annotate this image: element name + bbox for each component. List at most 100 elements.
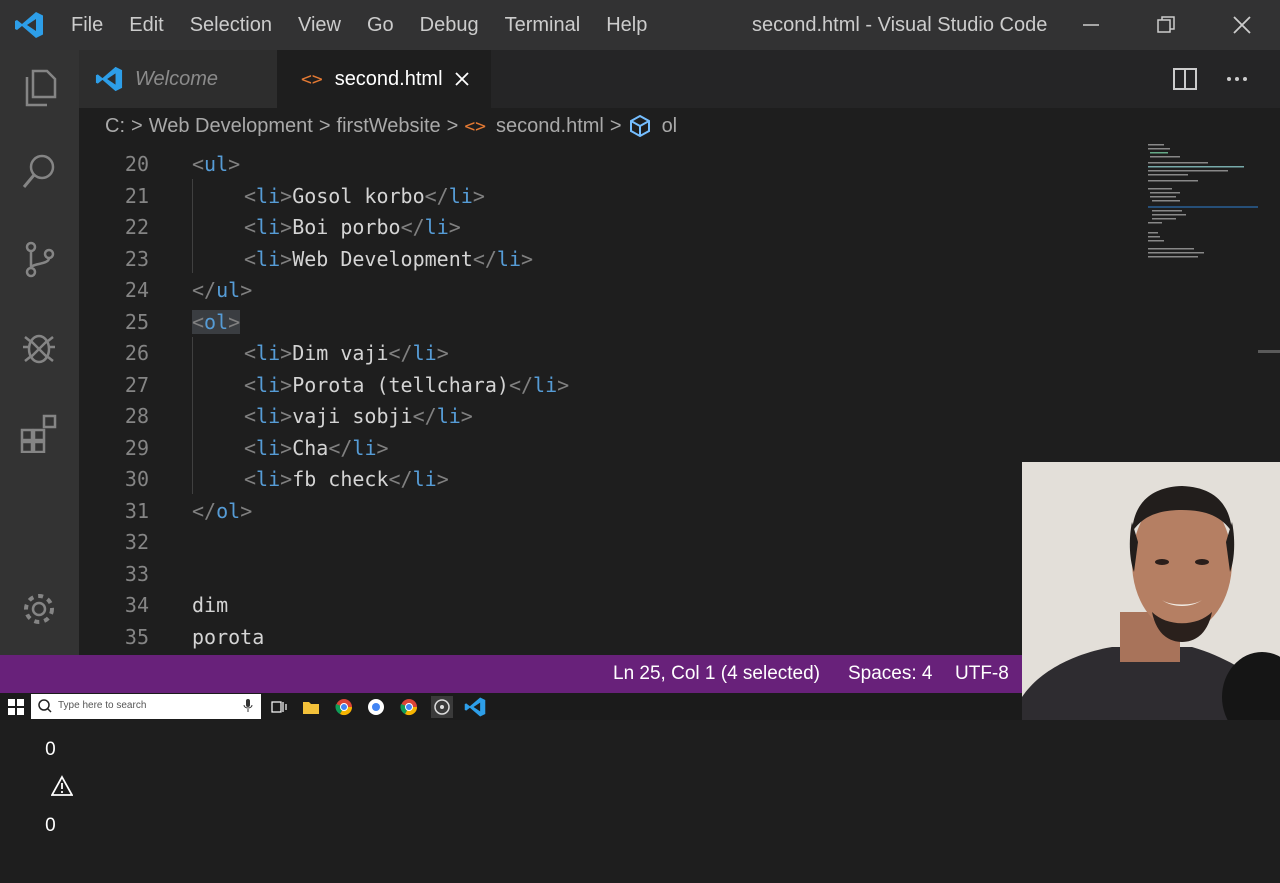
text-content: Gosol korbo — [292, 183, 425, 208]
close-tab-icon[interactable] — [453, 70, 471, 88]
code-tokens: porota — [192, 625, 264, 649]
extensions-button[interactable] — [16, 410, 62, 456]
tag-name: li — [256, 246, 281, 271]
restore-button[interactable] — [1151, 10, 1181, 40]
code-line[interactable]: 33 — [79, 559, 1022, 591]
tag-bracket: < — [244, 467, 257, 491]
text-content: dim — [192, 593, 229, 617]
tag-bracket: > — [228, 309, 241, 334]
source-control-button[interactable] — [16, 236, 62, 282]
code-content: <li>Cha</li> — [244, 433, 389, 465]
code-line[interactable]: 27 <li>Porota (tellchara)</li> — [79, 370, 1022, 402]
search-button[interactable] — [16, 148, 62, 194]
code-line[interactable]: 29 <li>Cha</li> — [79, 433, 1022, 465]
close-window-button[interactable] — [1227, 10, 1257, 40]
code-line[interactable]: 20 <ul> — [79, 149, 1022, 181]
tag-bracket: > — [280, 467, 293, 491]
code-line[interactable]: 31 </ol> — [79, 496, 1022, 528]
code-line[interactable]: 24 </ul> — [79, 275, 1022, 307]
menu-help[interactable]: Help — [593, 14, 660, 37]
tag-bracket: > — [557, 372, 570, 397]
breadcrumb-folder[interactable]: Web Development — [149, 115, 313, 138]
code-line[interactable]: 32 — [79, 527, 1022, 559]
tag-name: ul — [204, 152, 229, 176]
debug-button[interactable] — [16, 324, 62, 370]
browser-app-icon[interactable] — [365, 696, 387, 718]
code-tokens: dim — [192, 593, 228, 617]
tag-bracket: </ — [388, 341, 413, 365]
code-line[interactable]: 25 <ol> — [79, 307, 1022, 339]
manage-button[interactable] — [16, 586, 62, 632]
microphone-icon[interactable] — [243, 699, 253, 713]
tag-name: ol — [216, 498, 241, 523]
task-view-icon[interactable] — [268, 696, 290, 718]
breadcrumb-subfolder[interactable]: firstWebsite — [337, 115, 441, 138]
warning-icon — [50, 775, 74, 796]
code-line[interactable]: 23 <li>Web Development</li> — [79, 244, 1022, 276]
code-content: <li>vaji sobji</li> — [244, 401, 473, 433]
obs-icon[interactable] — [431, 696, 453, 718]
webcam-overlay — [1022, 462, 1280, 720]
breadcrumb-symbol[interactable]: ol — [662, 115, 678, 138]
tag-bracket: > — [436, 341, 449, 365]
code-line[interactable]: 35 porota — [79, 622, 1022, 654]
menu-selection[interactable]: Selection — [177, 14, 285, 37]
menu-file[interactable]: File — [58, 14, 116, 37]
text-content: Web Development — [292, 246, 473, 271]
menu-go[interactable]: Go — [354, 14, 407, 37]
tab-welcome[interactable]: Welcome — [79, 50, 277, 108]
tag-bracket: > — [280, 246, 293, 271]
tag-bracket: > — [228, 152, 241, 176]
minimize-button[interactable] — [1076, 10, 1106, 40]
line-number: 21 — [124, 183, 149, 208]
line-number: 28 — [124, 404, 149, 428]
text-content: Porota (tellchara) — [292, 372, 509, 397]
code-line[interactable]: 30 <li>fb check</li> — [79, 464, 1022, 496]
line-number: 27 — [124, 372, 149, 397]
code-line[interactable]: 21 <li>Gosol korbo</li> — [79, 181, 1022, 213]
problems-indicator[interactable]: 0 0 — [24, 655, 74, 836]
file-explorer-icon[interactable] — [300, 696, 322, 718]
encoding-setting[interactable]: UTF-8 — [955, 655, 1009, 693]
scrollbar-thumb[interactable] — [1258, 350, 1280, 353]
tag-name: li — [256, 341, 281, 365]
tag-bracket: > — [448, 215, 461, 239]
menu-debug[interactable]: Debug — [407, 14, 492, 37]
line-number: 26 — [124, 341, 149, 365]
minimap[interactable] — [1146, 144, 1258, 274]
line-number: 24 — [124, 278, 149, 302]
code-content: <ul> — [192, 149, 240, 181]
more-actions-icon[interactable] — [1225, 67, 1249, 91]
code-line[interactable]: 28 <li>vaji sobji</li> — [79, 401, 1022, 433]
tag-name: li — [256, 215, 281, 239]
line-number: 30 — [124, 467, 149, 491]
chrome-icon[interactable] — [398, 696, 420, 718]
tab-second-html[interactable]: <> second.html — [277, 50, 491, 108]
code-line[interactable]: 22 <li>Boi porbo</li> — [79, 212, 1022, 244]
breadcrumb-drive[interactable]: C: — [105, 115, 125, 138]
code-editor[interactable]: 20 <ul> 21 <li>Gosol korbo</li> 22 <li>Boi po… — [79, 148, 1022, 655]
chrome-icon[interactable] — [333, 696, 355, 718]
code-line[interactable]: 34 dim — [79, 590, 1022, 622]
explorer-button[interactable] — [16, 64, 62, 110]
cursor-position[interactable]: Ln 25, Col 1 (4 selected) — [613, 655, 820, 693]
search-placeholder: Type here to search — [58, 700, 147, 711]
tag-name: li — [256, 467, 281, 491]
taskbar-search-box[interactable]: Type here to search — [31, 694, 261, 719]
breadcrumb-file[interactable]: second.html — [496, 115, 604, 138]
menu-terminal[interactable]: Terminal — [492, 14, 594, 37]
indentation-setting[interactable]: Spaces: 4 — [848, 655, 933, 693]
source-control-icon — [25, 241, 55, 278]
windows-start-icon[interactable] — [8, 699, 24, 715]
code-line[interactable]: 26 <li>Dim vaji</li> — [79, 338, 1022, 370]
code-content: <li>Gosol korbo</li> — [244, 181, 485, 213]
warning-count: 0 — [45, 815, 56, 836]
activity-bar — [0, 50, 79, 655]
tag-bracket: < — [244, 215, 257, 239]
menu-edit[interactable]: Edit — [116, 14, 176, 37]
extensions-icon — [20, 414, 57, 453]
split-editor-icon[interactable] — [1173, 67, 1197, 91]
vscode-taskbar-icon[interactable] — [464, 696, 486, 718]
menu-view[interactable]: View — [285, 14, 354, 37]
tag-bracket: </ — [472, 246, 497, 271]
